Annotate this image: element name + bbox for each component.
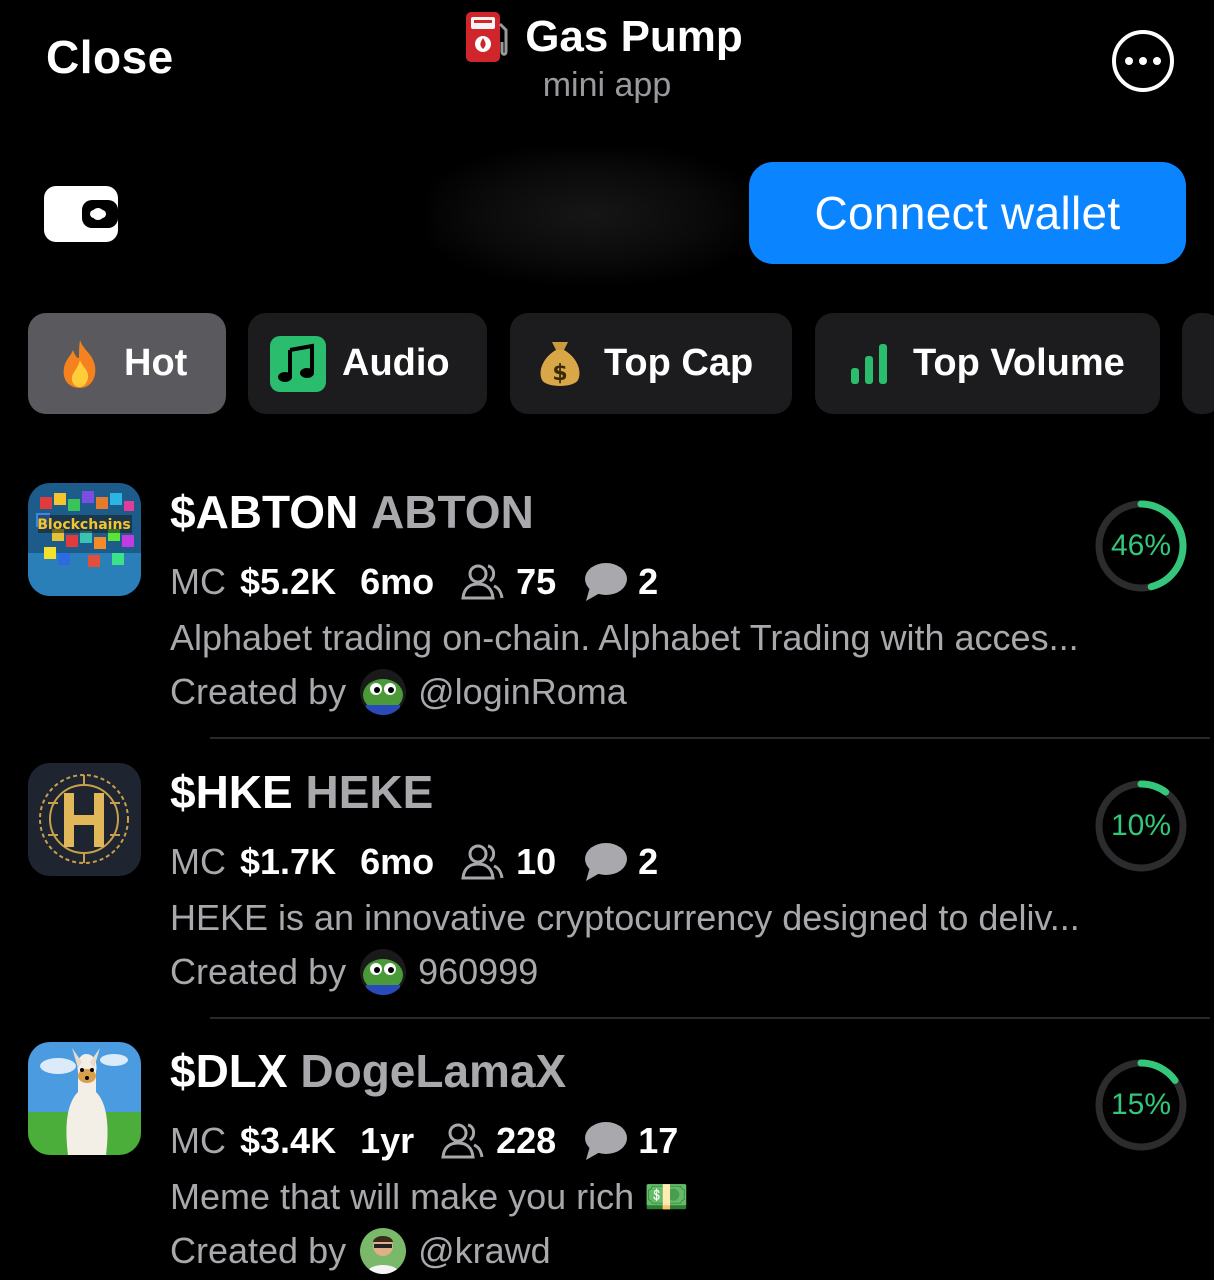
comments-count: 2 [638, 561, 659, 602]
token-creator: Created by 960999 [170, 949, 538, 995]
token-creator: Created by @loginRoma [170, 669, 627, 715]
created-by-label: Created by [170, 951, 347, 992]
token-title: $DLX DogeLamaX [170, 1044, 566, 1098]
holders-icon [461, 564, 504, 600]
tab-label: Audio [342, 342, 450, 384]
tab-overflow[interactable] [1182, 313, 1214, 414]
tab-label: Top Volume [913, 342, 1125, 384]
market-cap-label: MC [170, 561, 226, 602]
market-cap-label: MC [170, 1120, 226, 1161]
comments-icon [585, 843, 628, 881]
token-row[interactable]: Blockchains $ABTON ABTON MC $5.2K 6mo 75… [0, 483, 1214, 763]
more-button[interactable] [1112, 30, 1174, 92]
comments-count: 2 [638, 841, 659, 882]
fire-icon [52, 336, 108, 392]
divider [210, 737, 1210, 739]
token-name: ABTON [371, 486, 534, 538]
comments-count: 17 [638, 1120, 679, 1161]
market-cap-label: MC [170, 841, 226, 882]
divider [210, 1017, 1210, 1019]
token-title: $ABTON ABTON [170, 485, 534, 539]
comments-icon [585, 1122, 628, 1160]
market-cap-value: $1.7K [240, 841, 337, 882]
token-avatar [28, 763, 141, 876]
header-title-area: Gas Pump [0, 10, 1214, 69]
token-stats: MC $1.7K 6mo 10 2 [170, 841, 658, 883]
bar-chart-icon [841, 336, 897, 392]
token-symbol: $ABTON [170, 486, 359, 538]
creator-avatar [360, 1228, 407, 1274]
token-description: HEKE is an innovative cryptocurrency des… [170, 897, 1080, 938]
music-note-icon [270, 335, 326, 392]
app-title: Gas Pump [525, 12, 743, 61]
token-avatar: Blockchains [28, 483, 141, 596]
tab-top-volume[interactable]: Top Volume [815, 313, 1160, 414]
holders-count: 75 [516, 561, 557, 602]
connect-wallet-button[interactable]: Connect wallet [749, 162, 1186, 264]
money-bag-icon: $ [532, 336, 588, 392]
creator-name[interactable]: 960999 [418, 951, 538, 993]
token-age: 1yr [360, 1120, 415, 1161]
tab-hot[interactable]: Hot [28, 313, 226, 414]
token-stats: MC $3.4K 1yr 228 17 [170, 1120, 678, 1162]
creator-avatar [360, 949, 407, 995]
tab-audio[interactable]: Audio [248, 313, 487, 414]
tab-label: Top Cap [604, 342, 754, 384]
wallet-icon[interactable] [44, 186, 118, 242]
svg-text:$: $ [552, 361, 567, 386]
token-stats: MC $5.2K 6mo 75 2 [170, 561, 658, 603]
token-row[interactable]: $HKE HEKE MC $1.7K 6mo 10 2 HEKE is an i… [0, 763, 1214, 1043]
token-name: DogeLamaX [300, 1045, 567, 1097]
created-by-label: Created by [170, 1230, 347, 1271]
tab-top-cap[interactable]: $ Top Cap [510, 313, 792, 414]
progress-percent: 10% [1110, 809, 1172, 842]
progress-percent: 15% [1110, 1088, 1172, 1121]
token-creator: Created by @krawd [170, 1228, 551, 1274]
token-row[interactable]: $DLX DogeLamaX MC $3.4K 1yr 228 17 Meme … [0, 1042, 1214, 1280]
holders-icon [441, 1123, 484, 1159]
token-name: HEKE [305, 766, 434, 818]
token-title: $HKE HEKE [170, 765, 433, 819]
svg-text:Blockchains: Blockchains [37, 517, 131, 533]
creator-name[interactable]: @loginRoma [418, 671, 627, 713]
app-subtitle: mini app [542, 66, 672, 104]
token-age: 6mo [360, 561, 435, 602]
token-description: Meme that will make you rich 💵 [170, 1176, 689, 1217]
creator-name[interactable]: @krawd [418, 1230, 551, 1272]
creator-avatar [360, 669, 407, 715]
created-by-label: Created by [170, 671, 347, 712]
token-symbol: $DLX [170, 1045, 288, 1097]
holders-count: 10 [516, 841, 557, 882]
comments-icon [585, 563, 628, 601]
progress-percent: 46% [1110, 529, 1172, 562]
token-symbol: $HKE [170, 766, 293, 818]
token-age: 6mo [360, 841, 435, 882]
holders-icon [461, 844, 504, 880]
tab-label: Hot [124, 342, 188, 384]
fuel-pump-icon [466, 12, 508, 62]
token-avatar [28, 1042, 141, 1155]
holders-count: 228 [496, 1120, 557, 1161]
market-cap-value: $3.4K [240, 1120, 337, 1161]
token-description: Alphabet trading on-chain. Alphabet Trad… [170, 617, 1079, 658]
more-ellipsis-icon [1125, 57, 1133, 65]
market-cap-value: $5.2K [240, 561, 337, 602]
background-glow [430, 150, 750, 280]
